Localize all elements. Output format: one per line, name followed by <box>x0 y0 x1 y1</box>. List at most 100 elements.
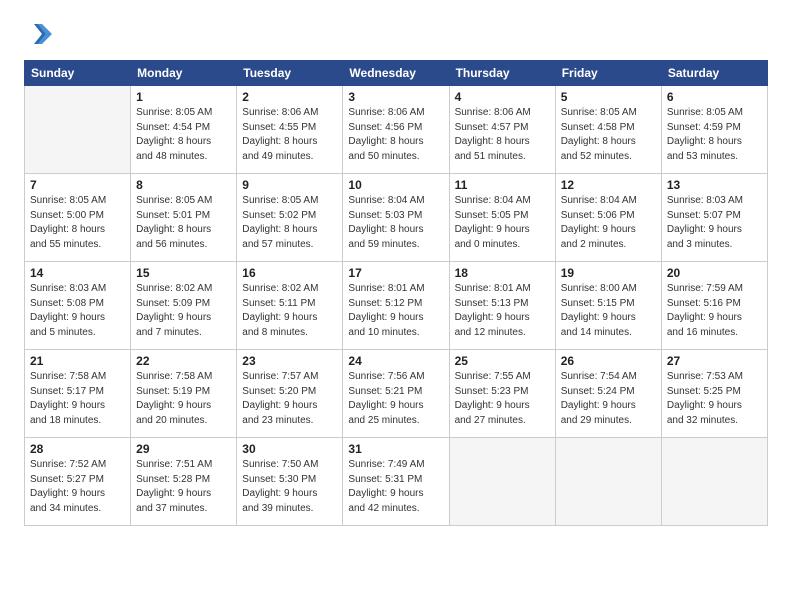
calendar-header: SundayMondayTuesdayWednesdayThursdayFrid… <box>25 61 768 86</box>
day-number: 6 <box>667 90 762 104</box>
logo-icon <box>24 20 52 48</box>
calendar-cell: 21 Sunrise: 7:58 AM Sunset: 5:17 PM Dayli… <box>25 350 131 438</box>
day-info: Sunrise: 8:04 AM Sunset: 5:03 PM Dayligh… <box>348 194 443 252</box>
day-number: 25 <box>455 354 550 368</box>
day-info: Sunrise: 7:56 AM Sunset: 5:21 PM Dayligh… <box>348 370 443 428</box>
day-number: 30 <box>242 442 337 456</box>
day-info: Sunrise: 8:04 AM Sunset: 5:06 PM Dayligh… <box>561 194 656 252</box>
calendar-cell: 31 Sunrise: 7:49 AM Sunset: 5:31 PM Dayli… <box>343 438 449 526</box>
calendar-cell: 16 Sunrise: 8:02 AM Sunset: 5:11 PM Dayli… <box>237 262 343 350</box>
day-number: 12 <box>561 178 656 192</box>
calendar-cell: 28 Sunrise: 7:52 AM Sunset: 5:27 PM Dayli… <box>25 438 131 526</box>
day-number: 26 <box>561 354 656 368</box>
day-info: Sunrise: 7:58 AM Sunset: 5:17 PM Dayligh… <box>30 370 125 428</box>
day-number: 24 <box>348 354 443 368</box>
calendar-cell <box>449 438 555 526</box>
calendar-table: SundayMondayTuesdayWednesdayThursdayFrid… <box>24 60 768 526</box>
day-info: Sunrise: 8:01 AM Sunset: 5:12 PM Dayligh… <box>348 282 443 340</box>
day-info: Sunrise: 7:49 AM Sunset: 5:31 PM Dayligh… <box>348 458 443 516</box>
calendar-cell: 18 Sunrise: 8:01 AM Sunset: 5:13 PM Dayli… <box>449 262 555 350</box>
day-info: Sunrise: 8:05 AM Sunset: 4:54 PM Dayligh… <box>136 106 231 164</box>
day-number: 15 <box>136 266 231 280</box>
day-number: 22 <box>136 354 231 368</box>
weekday-header-sunday: Sunday <box>25 61 131 86</box>
day-info: Sunrise: 7:55 AM Sunset: 5:23 PM Dayligh… <box>455 370 550 428</box>
calendar-cell: 4Sunrise: 8:06 AM Sunset: 4:57 PM Daylig… <box>449 86 555 174</box>
weekday-header-wednesday: Wednesday <box>343 61 449 86</box>
day-info: Sunrise: 8:05 AM Sunset: 5:00 PM Dayligh… <box>30 194 125 252</box>
header <box>24 20 768 48</box>
day-number: 2 <box>242 90 337 104</box>
weekday-header-tuesday: Tuesday <box>237 61 343 86</box>
day-number: 18 <box>455 266 550 280</box>
day-number: 20 <box>667 266 762 280</box>
day-info: Sunrise: 8:05 AM Sunset: 5:01 PM Dayligh… <box>136 194 231 252</box>
day-info: Sunrise: 7:50 AM Sunset: 5:30 PM Dayligh… <box>242 458 337 516</box>
day-info: Sunrise: 8:01 AM Sunset: 5:13 PM Dayligh… <box>455 282 550 340</box>
calendar-cell: 20 Sunrise: 7:59 AM Sunset: 5:16 PM Dayli… <box>661 262 767 350</box>
day-info: Sunrise: 8:03 AM Sunset: 5:08 PM Dayligh… <box>30 282 125 340</box>
day-number: 28 <box>30 442 125 456</box>
day-number: 5 <box>561 90 656 104</box>
day-number: 17 <box>348 266 443 280</box>
calendar-cell: 1 Sunrise: 8:05 AM Sunset: 4:54 PM Daylig… <box>131 86 237 174</box>
day-info: Sunrise: 8:00 AM Sunset: 5:15 PM Dayligh… <box>561 282 656 340</box>
calendar-cell: 25 Sunrise: 7:55 AM Sunset: 5:23 PM Dayli… <box>449 350 555 438</box>
day-number: 23 <box>242 354 337 368</box>
calendar-cell: 10 Sunrise: 8:04 AM Sunset: 5:03 PM Dayli… <box>343 174 449 262</box>
day-number: 16 <box>242 266 337 280</box>
week-row-5: 28 Sunrise: 7:52 AM Sunset: 5:27 PM Dayli… <box>25 438 768 526</box>
calendar-cell <box>555 438 661 526</box>
day-info: Sunrise: 8:05 AM Sunset: 5:02 PM Dayligh… <box>242 194 337 252</box>
calendar-cell: 15 Sunrise: 8:02 AM Sunset: 5:09 PM Dayli… <box>131 262 237 350</box>
day-info: Sunrise: 8:06 AM Sunset: 4:56 PM Dayligh… <box>348 106 443 164</box>
day-number: 21 <box>30 354 125 368</box>
weekday-header-thursday: Thursday <box>449 61 555 86</box>
calendar-cell: 5 Sunrise: 8:05 AM Sunset: 4:58 PM Daylig… <box>555 86 661 174</box>
day-info: Sunrise: 8:03 AM Sunset: 5:07 PM Dayligh… <box>667 194 762 252</box>
calendar-cell: 22Sunrise: 7:58 AM Sunset: 5:19 PM Dayli… <box>131 350 237 438</box>
calendar-cell: 17 Sunrise: 8:01 AM Sunset: 5:12 PM Dayli… <box>343 262 449 350</box>
day-info: Sunrise: 8:04 AM Sunset: 5:05 PM Dayligh… <box>455 194 550 252</box>
day-number: 1 <box>136 90 231 104</box>
day-info: Sunrise: 8:05 AM Sunset: 4:59 PM Dayligh… <box>667 106 762 164</box>
day-info: Sunrise: 8:02 AM Sunset: 5:11 PM Dayligh… <box>242 282 337 340</box>
logo <box>24 20 56 48</box>
calendar-cell: 26Sunrise: 7:54 AM Sunset: 5:24 PM Dayli… <box>555 350 661 438</box>
day-info: Sunrise: 8:02 AM Sunset: 5:09 PM Dayligh… <box>136 282 231 340</box>
day-info: Sunrise: 7:52 AM Sunset: 5:27 PM Dayligh… <box>30 458 125 516</box>
day-number: 9 <box>242 178 337 192</box>
day-info: Sunrise: 7:53 AM Sunset: 5:25 PM Dayligh… <box>667 370 762 428</box>
calendar-cell: 30 Sunrise: 7:50 AM Sunset: 5:30 PM Dayli… <box>237 438 343 526</box>
calendar-cell: 27Sunrise: 7:53 AM Sunset: 5:25 PM Dayli… <box>661 350 767 438</box>
calendar-cell <box>25 86 131 174</box>
calendar-cell: 29Sunrise: 7:51 AM Sunset: 5:28 PM Dayli… <box>131 438 237 526</box>
page: SundayMondayTuesdayWednesdayThursdayFrid… <box>0 0 792 542</box>
calendar-cell: 14Sunrise: 8:03 AM Sunset: 5:08 PM Dayli… <box>25 262 131 350</box>
day-number: 13 <box>667 178 762 192</box>
weekday-header-friday: Friday <box>555 61 661 86</box>
day-number: 11 <box>455 178 550 192</box>
week-row-1: 1 Sunrise: 8:05 AM Sunset: 4:54 PM Daylig… <box>25 86 768 174</box>
day-number: 19 <box>561 266 656 280</box>
weekday-header-monday: Monday <box>131 61 237 86</box>
calendar-cell <box>661 438 767 526</box>
calendar-cell: 7 Sunrise: 8:05 AM Sunset: 5:00 PM Daylig… <box>25 174 131 262</box>
week-row-2: 7 Sunrise: 8:05 AM Sunset: 5:00 PM Daylig… <box>25 174 768 262</box>
day-info: Sunrise: 8:05 AM Sunset: 4:58 PM Dayligh… <box>561 106 656 164</box>
day-number: 7 <box>30 178 125 192</box>
day-number: 10 <box>348 178 443 192</box>
weekday-header-saturday: Saturday <box>661 61 767 86</box>
day-number: 31 <box>348 442 443 456</box>
day-number: 3 <box>348 90 443 104</box>
calendar-cell: 6 Sunrise: 8:05 AM Sunset: 4:59 PM Daylig… <box>661 86 767 174</box>
calendar-cell: 19 Sunrise: 8:00 AM Sunset: 5:15 PM Dayli… <box>555 262 661 350</box>
day-info: Sunrise: 7:59 AM Sunset: 5:16 PM Dayligh… <box>667 282 762 340</box>
day-info: Sunrise: 7:57 AM Sunset: 5:20 PM Dayligh… <box>242 370 337 428</box>
calendar-cell: 11 Sunrise: 8:04 AM Sunset: 5:05 PM Dayli… <box>449 174 555 262</box>
week-row-4: 21 Sunrise: 7:58 AM Sunset: 5:17 PM Dayli… <box>25 350 768 438</box>
calendar-cell: 3 Sunrise: 8:06 AM Sunset: 4:56 PM Daylig… <box>343 86 449 174</box>
calendar-body: 1 Sunrise: 8:05 AM Sunset: 4:54 PM Daylig… <box>25 86 768 526</box>
calendar-cell: 23 Sunrise: 7:57 AM Sunset: 5:20 PM Dayli… <box>237 350 343 438</box>
calendar-cell: 9 Sunrise: 8:05 AM Sunset: 5:02 PM Daylig… <box>237 174 343 262</box>
